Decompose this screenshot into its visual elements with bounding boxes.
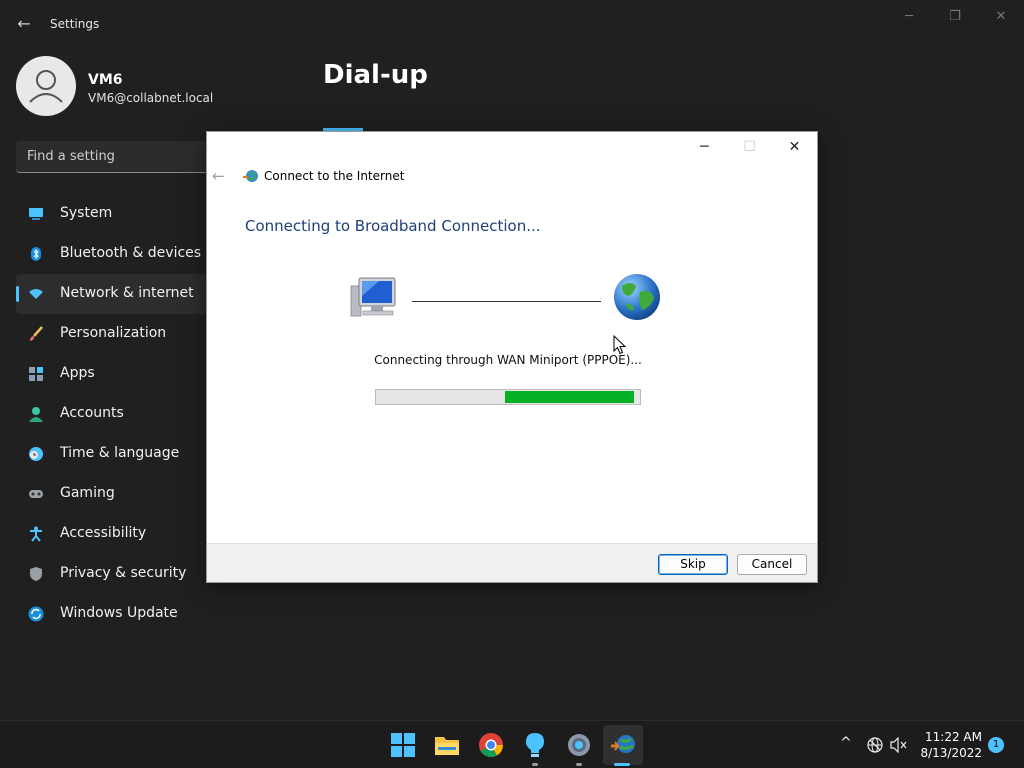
sidebar-item-label: Personalization — [60, 325, 167, 341]
network-connection-icon[interactable] — [609, 731, 637, 759]
start-icon[interactable] — [389, 731, 417, 759]
network-connection-icon — [243, 170, 258, 182]
sidebar-item-label: Network & internet — [60, 285, 194, 301]
shield-icon — [30, 567, 42, 581]
volume-muted-icon[interactable] — [890, 737, 908, 753]
sidebar-item-label: Accounts — [60, 405, 124, 421]
sidebar-item-bluetooth[interactable]: Bluetooth & devices — [16, 234, 216, 274]
sidebar-item-label: Apps — [60, 365, 95, 381]
sidebar-item-label: Bluetooth & devices — [60, 245, 202, 261]
skip-button[interactable]: Skip — [658, 554, 728, 575]
dialog-footer: Skip Cancel — [207, 543, 817, 582]
avatar — [16, 56, 76, 116]
connection-status: Connecting through WAN Miniport (PPPOE).… — [374, 353, 642, 367]
person-icon — [29, 70, 63, 103]
back-arrow-icon[interactable]: ← — [14, 14, 34, 34]
person-icon — [29, 407, 43, 422]
dialog-title: Connect to the Internet — [264, 169, 405, 183]
taskbar: ^ 11:22 AM 8/13/2022 1 — [0, 720, 1024, 768]
sidebar-item-apps[interactable]: Apps — [16, 354, 216, 394]
progress-fill — [505, 391, 634, 403]
user-name: VM6 — [88, 72, 123, 88]
tips-icon[interactable] — [521, 731, 549, 759]
sidebar-item-label: Time & language — [60, 445, 180, 461]
network-globe-icon[interactable] — [867, 737, 883, 753]
notification-badge[interactable]: 1 — [988, 737, 1004, 753]
search-placeholder: Find a setting — [27, 149, 115, 164]
minimize-button[interactable]: ─ — [886, 6, 932, 28]
settings-titlebar: ← Settings ─ ❐ ✕ — [0, 0, 1024, 48]
dialog-maximize-button: ☐ — [743, 139, 756, 155]
clock-time: 11:22 AM — [925, 730, 982, 744]
sidebar-item-label: Privacy & security — [60, 565, 187, 581]
sidebar-item-label: Accessibility — [60, 525, 147, 541]
dialog-heading: Connecting to Broadband Connection... — [245, 217, 541, 235]
window-title: Settings — [50, 17, 100, 31]
sidebar-item-time-language[interactable]: Time & language — [16, 434, 216, 474]
tips-running-indicator — [532, 763, 538, 766]
settings-icon[interactable] — [565, 731, 593, 759]
update-icon — [28, 606, 44, 622]
cancel-button[interactable]: Cancel — [737, 554, 807, 575]
file-explorer-icon[interactable] — [433, 731, 461, 759]
sidebar-item-accounts[interactable]: Accounts — [16, 394, 216, 434]
brush-icon — [30, 326, 43, 341]
connection-line — [412, 301, 601, 302]
settings-running-indicator — [576, 763, 582, 766]
mouse-cursor-icon — [613, 335, 626, 355]
dialog-back-arrow-icon[interactable]: ← — [212, 167, 225, 185]
sidebar-item-privacy[interactable]: Privacy & security — [16, 554, 216, 594]
chevron-up-icon[interactable]: ^ — [840, 735, 852, 751]
sidebar-item-gaming[interactable]: Gaming — [16, 474, 216, 514]
clock-globe-icon — [29, 447, 43, 461]
sidebar-nav: System Bluetooth & devices Network & int… — [16, 194, 216, 634]
sidebar-item-personalization[interactable]: Personalization — [16, 314, 216, 354]
sidebar-item-label: System — [60, 205, 113, 221]
chrome-icon[interactable] — [477, 731, 505, 759]
wifi-icon — [29, 289, 43, 299]
apps-icon — [29, 367, 43, 381]
sidebar-item-label: Windows Update — [60, 605, 178, 621]
accessibility-icon — [30, 526, 42, 542]
controller-icon — [29, 490, 43, 498]
bluetooth-icon — [31, 247, 41, 261]
system-icon — [29, 208, 43, 220]
connect-dialog: ─ ☐ ✕ ← Connect to the Internet Connecti… — [206, 131, 818, 583]
restore-button[interactable]: ❐ — [932, 6, 978, 28]
sidebar-item-system[interactable]: System — [16, 194, 216, 234]
dialog-close-button[interactable]: ✕ — [772, 134, 817, 160]
connection-progress-bar — [375, 389, 641, 405]
close-button[interactable]: ✕ — [978, 6, 1024, 28]
globe-icon — [614, 274, 660, 320]
user-email: VM6@collabnet.local — [88, 91, 214, 105]
sidebar-item-network[interactable]: Network & internet — [16, 274, 216, 314]
sidebar-item-windows-update[interactable]: Windows Update — [16, 594, 216, 634]
computer-icon — [350, 277, 396, 317]
active-app-indicator — [614, 763, 630, 766]
sidebar-item-label: Gaming — [60, 485, 115, 501]
clock[interactable]: 11:22 AM 8/13/2022 — [916, 729, 982, 761]
page-title: Dial-up — [323, 60, 428, 90]
sidebar-item-accessibility[interactable]: Accessibility — [16, 514, 216, 554]
dialog-minimize-button[interactable]: ─ — [682, 134, 727, 160]
clock-date: 8/13/2022 — [920, 746, 982, 760]
